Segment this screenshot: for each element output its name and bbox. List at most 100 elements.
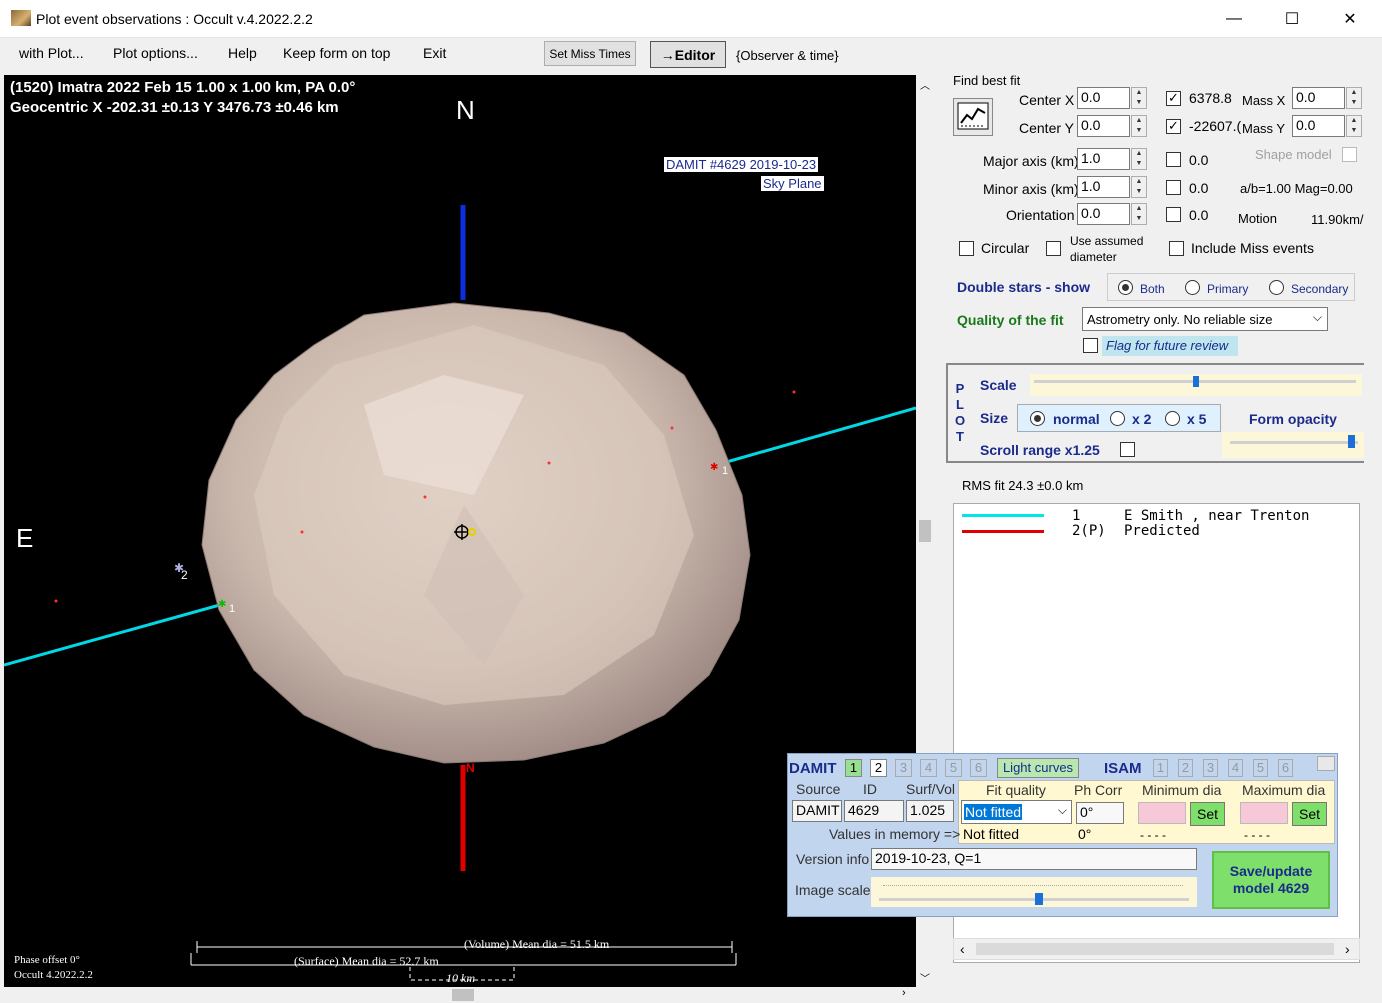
menu-help[interactable]: Help [228, 45, 257, 61]
version-info-field[interactable]: 2019-10-23, Q=1 [871, 848, 1197, 870]
maximize-button[interactable]: ☐ [1263, 0, 1321, 38]
id-field[interactable]: 4629 [844, 800, 904, 822]
surf-vol-field[interactable]: 1.025 [906, 800, 954, 822]
image-scale-slider[interactable] [871, 877, 1197, 907]
max-dia-set-button[interactable]: Set [1292, 802, 1327, 826]
mass-y-label: Mass Y [1242, 121, 1286, 136]
minor-fix-checkbox[interactable] [1166, 180, 1181, 195]
major-axis-input[interactable]: 1.0 [1077, 148, 1130, 170]
isam-tab-3[interactable]: 3 [1203, 759, 1218, 777]
shape-model-checkbox[interactable] [1342, 147, 1357, 162]
observer-1-swatch [962, 514, 1044, 517]
damit-tab-2[interactable]: 2 [870, 759, 887, 777]
set-miss-times-button[interactable]: Set Miss Times [544, 41, 636, 66]
major-axis-spinner[interactable]: ▲ ▼ [1131, 148, 1147, 170]
scale-slider[interactable] [1030, 374, 1362, 396]
both-radio[interactable] [1118, 280, 1133, 295]
min-dia-set-button[interactable]: Set [1190, 802, 1225, 826]
ab-mag-label: a/b=1.00 Mag=0.00 [1240, 181, 1353, 196]
ph-corr-field[interactable]: 0° [1076, 802, 1124, 824]
secondary-radio[interactable] [1269, 280, 1284, 295]
isam-tab-6[interactable]: 6 [1278, 759, 1293, 777]
minor-axis-label: Minor axis (km) [983, 181, 1079, 197]
menu-keep-on-top[interactable]: Keep form on top [283, 45, 390, 61]
menu-with-plot[interactable]: with Plot... [19, 45, 84, 61]
primary-radio[interactable] [1185, 280, 1200, 295]
memory-min-dia: - - - - [1140, 828, 1166, 842]
double-stars-label: Double stars - show [957, 279, 1091, 295]
size-x5-radio[interactable] [1165, 411, 1180, 426]
orientation-spinner[interactable]: ▲ ▼ [1131, 203, 1147, 225]
fit-quality-dropdown[interactable]: Not fitted ⌵ [961, 800, 1072, 824]
center-x-input[interactable]: 0.0 [1077, 87, 1130, 109]
quality-dropdown[interactable]: Astrometry only. No reliable size ⌵ [1082, 307, 1328, 331]
damit-tab-5[interactable]: 5 [945, 759, 962, 777]
observer-1-num: 1 [1072, 508, 1081, 524]
editor-button[interactable]: →Editor [650, 41, 726, 68]
mass-x-input[interactable]: 0.0 [1292, 87, 1345, 109]
plot-canvas[interactable]: ✱ ✱ ✱ (1520) Imatra 2022 Feb 15 1.00 x 1… [4, 75, 916, 987]
fix-6378-checkbox[interactable]: ✓ [1166, 91, 1181, 106]
observer-list-hscrollbar[interactable]: ‹ › [953, 938, 1360, 960]
app-icon [11, 10, 31, 26]
damit-label-line1: DAMIT #4629 2019-10-23 [664, 157, 819, 172]
observer-time-label[interactable]: {Observer & time} [736, 48, 839, 63]
minor-axis-spinner[interactable]: ▲ ▼ [1131, 176, 1147, 198]
menu-exit[interactable]: Exit [423, 45, 446, 61]
size-x2-radio[interactable] [1110, 411, 1125, 426]
minimize-button[interactable]: — [1205, 0, 1263, 38]
plot-vertical-label: PLOT [955, 381, 965, 445]
mass-y-input[interactable]: 0.0 [1292, 115, 1345, 137]
window-title: Plot event observations : Occult v.4.202… [36, 11, 313, 27]
circular-checkbox[interactable] [959, 241, 974, 256]
mass-x-spinner[interactable]: ▲ ▼ [1346, 87, 1362, 109]
save-update-model-button[interactable]: Save/update model 4629 [1212, 851, 1330, 909]
use-assumed-checkbox[interactable] [1046, 241, 1061, 256]
chord-line-west [4, 599, 235, 667]
flag-review-checkbox[interactable] [1083, 338, 1098, 353]
center-x-spinner[interactable]: ▲ ▼ [1131, 87, 1147, 109]
damit-tab-4[interactable]: 4 [920, 759, 937, 777]
light-curves-button[interactable]: Light curves [997, 758, 1079, 778]
plot-header-line1: (1520) Imatra 2022 Feb 15 1.00 x 1.00 km… [10, 79, 356, 96]
include-miss-checkbox[interactable] [1169, 241, 1184, 256]
size-normal-radio[interactable] [1030, 411, 1045, 426]
isam-tab-5[interactable]: 5 [1253, 759, 1268, 777]
size-x5-label: x 5 [1187, 411, 1207, 427]
isam-tab-1[interactable]: 1 [1153, 759, 1168, 777]
plot-horizontal-scrollbar[interactable]: › [4, 987, 916, 1003]
east-label: E [16, 523, 34, 553]
val-6378: 6378.8 [1189, 90, 1232, 106]
mass-y-spinner[interactable]: ▲ ▼ [1346, 115, 1362, 137]
damit-tab-3[interactable]: 3 [895, 759, 912, 777]
find-best-fit-button[interactable] [953, 98, 993, 136]
source-field[interactable]: DAMIT [792, 800, 842, 822]
fit-quality-value: Not fitted [964, 804, 1023, 820]
damit-label-line2: Sky Plane [761, 176, 824, 191]
isam-tab-2[interactable]: 2 [1178, 759, 1193, 777]
minor-axis-input[interactable]: 1.0 [1077, 176, 1130, 198]
major-fix-checkbox[interactable] [1166, 152, 1181, 167]
center-y-spinner[interactable]: ▲ ▼ [1131, 115, 1147, 137]
center-y-input[interactable]: 0.0 [1077, 115, 1130, 137]
id-label: ID [863, 781, 877, 797]
max-dia-field[interactable] [1240, 802, 1288, 824]
min-dia-field[interactable] [1138, 802, 1186, 824]
both-label: Both [1140, 282, 1165, 296]
fix-22607-checkbox[interactable]: ✓ [1166, 119, 1181, 134]
close-button[interactable]: ✕ [1321, 0, 1379, 38]
scroll-range-checkbox[interactable] [1120, 442, 1135, 457]
orientation-input[interactable]: 0.0 [1077, 203, 1130, 225]
version-info-label: Version info [796, 851, 870, 867]
damit-tab-1[interactable]: 1 [845, 759, 862, 777]
form-opacity-slider[interactable] [1222, 432, 1364, 458]
damit-panel-toggle[interactable] [1317, 756, 1335, 771]
scale-label: Scale [980, 377, 1017, 393]
fit-quality-label: Fit quality [986, 782, 1046, 798]
values-in-memory-label: Values in memory => [829, 826, 961, 842]
isam-tab-4[interactable]: 4 [1228, 759, 1243, 777]
menu-plot-options[interactable]: Plot options... [113, 45, 198, 61]
damit-tab-6[interactable]: 6 [970, 759, 987, 777]
diameter-label: diameter [1070, 250, 1117, 264]
orient-fix-checkbox[interactable] [1166, 207, 1181, 222]
